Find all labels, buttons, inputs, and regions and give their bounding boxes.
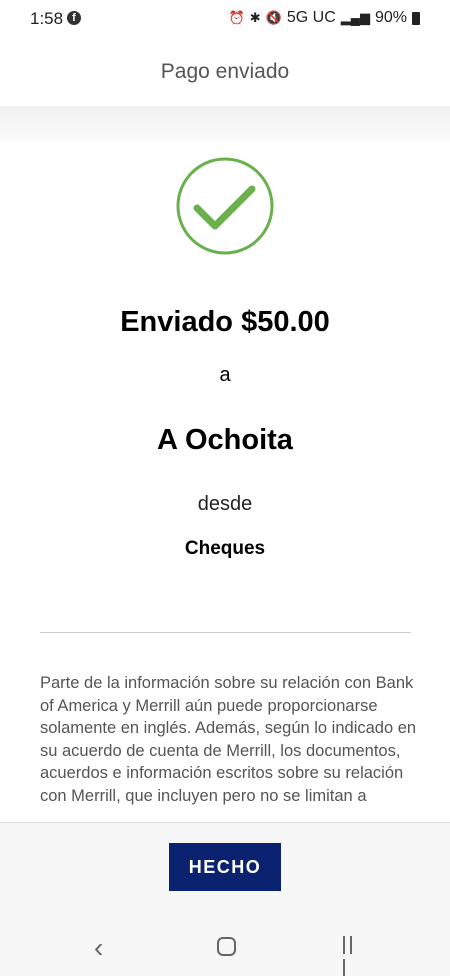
success-check-icon xyxy=(176,157,274,255)
source-account: Cheques xyxy=(184,538,266,559)
mute-icon: 🔇 xyxy=(265,10,282,25)
done-button[interactable]: HECHO xyxy=(169,843,281,891)
divider xyxy=(40,632,411,633)
facebook-notification-icon: f xyxy=(67,11,81,25)
bluetooth-icon: ✱ xyxy=(249,10,261,25)
status-bar: 1:58 f ⏰ ✱ 🔇 5G UC ▂▄▆ 90% xyxy=(0,0,450,38)
recent-apps-icon[interactable] xyxy=(343,936,363,976)
recipient-name: A Ochoita xyxy=(157,424,293,456)
disclaimer-text: Parte de la información sobre su relació… xyxy=(40,674,417,805)
page-title: Pago enviado xyxy=(160,60,290,83)
home-icon[interactable] xyxy=(217,937,236,956)
to-label: a xyxy=(219,364,231,386)
system-nav-bar: ‹ xyxy=(0,918,450,976)
header-shadow xyxy=(0,106,450,146)
alarm-icon: ⏰ xyxy=(228,10,245,25)
app-header: Pago enviado xyxy=(0,38,450,106)
back-icon[interactable]: ‹ xyxy=(94,932,103,964)
status-icons: ⏰ ✱ 🔇 5G UC ▂▄▆ 90% xyxy=(229,9,420,27)
status-time: 1:58 xyxy=(30,9,64,28)
signal-icon: ▂▄▆ xyxy=(340,10,370,25)
sent-amount: Enviado $50.00 xyxy=(120,306,330,338)
from-label: desde xyxy=(197,493,253,515)
battery-percent: 90% xyxy=(374,9,407,26)
network-type: 5G UC xyxy=(286,9,336,26)
battery-icon xyxy=(412,11,420,25)
